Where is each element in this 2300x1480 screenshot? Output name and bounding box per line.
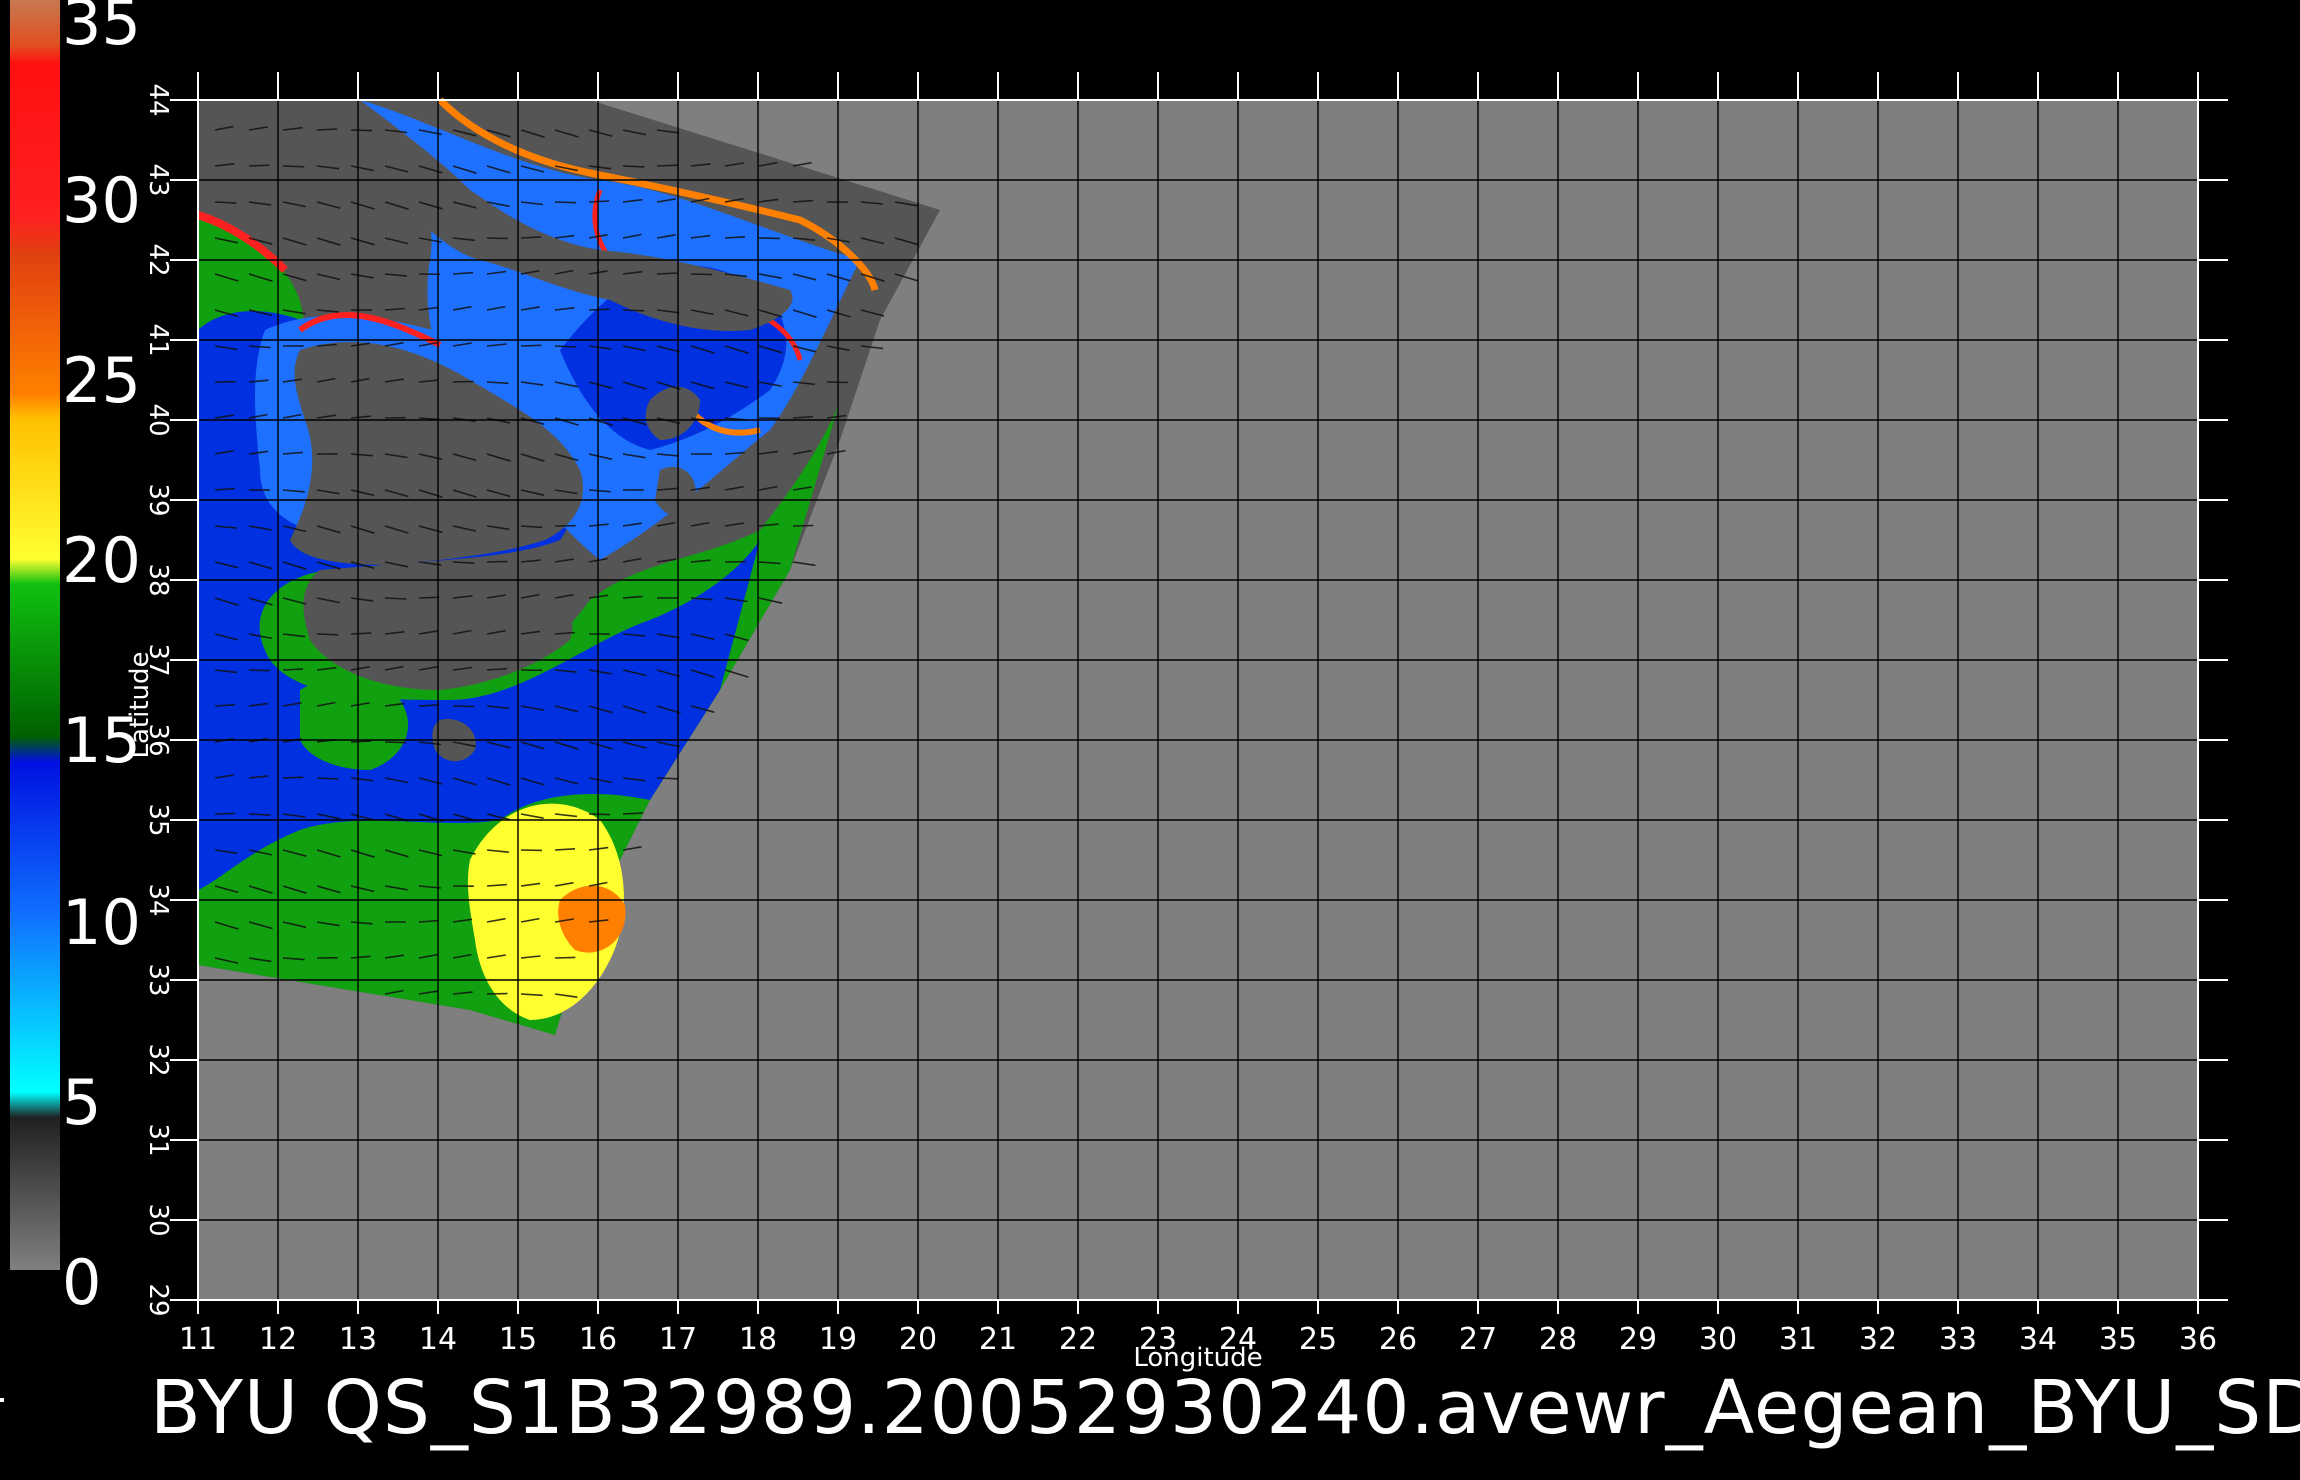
wind-barb (622, 165, 645, 168)
lon-tick-label: 21 (978, 1322, 1018, 1357)
wind-barb (350, 740, 372, 743)
lon-tick-label: 33 (1938, 1322, 1978, 1357)
wind-barb (350, 129, 373, 132)
wind-barb (554, 956, 576, 959)
wind-barb (622, 812, 644, 815)
wind-barb (282, 668, 304, 671)
lat-tick-label: 41 (143, 323, 173, 357)
lon-tick-label: 28 (1538, 1322, 1578, 1357)
product-filename: BYU QS_S1B32989.20052930240.avewr_Aegean… (150, 1365, 2300, 1451)
lat-tick-label: 34 (143, 883, 173, 917)
wind-barb (248, 164, 270, 167)
lon-tick-label: 36 (2178, 1322, 2218, 1357)
wind-barb (588, 813, 611, 816)
lon-tick-label: 18 (738, 1322, 778, 1357)
y-axis-label: Latitude (125, 651, 155, 759)
lon-tick-label: 14 (418, 1322, 458, 1357)
lon-tick-label: 29 (1618, 1322, 1658, 1357)
wind-barb (316, 128, 338, 131)
lat-tick-label: 30 (143, 1203, 173, 1237)
wind-barb (350, 632, 372, 635)
wind-map (170, 72, 2228, 1314)
wind-barb (554, 201, 577, 204)
wind-barb (486, 237, 509, 240)
wind-barb (452, 380, 474, 383)
lat-tick-label: 32 (143, 1043, 173, 1077)
lat-tick-label: 29 (143, 1283, 173, 1317)
wind-barb (690, 273, 713, 276)
lon-tick-label: 15 (498, 1322, 538, 1357)
wind-barb (282, 776, 304, 779)
lon-tick-label: 20 (898, 1322, 938, 1357)
wind-barb (588, 200, 610, 203)
lon-tick-label: 11 (178, 1322, 218, 1357)
lon-tick-label: 26 (1378, 1322, 1418, 1357)
wind-barb (214, 812, 236, 815)
lat-tick-label: 33 (143, 963, 173, 997)
wind-barb (316, 633, 339, 636)
lat-tick-label: 43 (143, 163, 173, 197)
wind-barb (248, 813, 271, 816)
wind-barb (248, 669, 271, 672)
lon-tick-label: 34 (2018, 1322, 2058, 1357)
lon-tick-label: 16 (578, 1322, 618, 1357)
wind-barb (418, 596, 440, 599)
wind-barb (316, 777, 339, 780)
wind-barb (214, 201, 237, 204)
wind-barb (554, 345, 577, 348)
wind-barb (656, 272, 678, 275)
lon-tick-label: 22 (1058, 1322, 1098, 1357)
lon-tick-label: 25 (1298, 1322, 1338, 1357)
wind-barb (282, 165, 305, 168)
wind-barb (418, 704, 440, 707)
wind-barb (384, 741, 407, 744)
lat-tick-label: 35 (143, 803, 173, 837)
lon-tick-label: 31 (1778, 1322, 1818, 1357)
wind-barb (486, 560, 508, 563)
edge-marker (0, 1398, 4, 1402)
wind-barb (656, 164, 678, 167)
wind-barb (384, 597, 407, 600)
lat-tick-label: 38 (143, 563, 173, 597)
wind-barb (520, 236, 542, 239)
lon-tick-label: 27 (1458, 1322, 1498, 1357)
lon-tick-label: 30 (1698, 1322, 1738, 1357)
lon-tick-label: 19 (818, 1322, 858, 1357)
lat-tick-label: 40 (143, 403, 173, 437)
lon-tick-label: 17 (658, 1322, 698, 1357)
wind-barb (452, 705, 475, 708)
lat-tick-label: 42 (143, 243, 173, 277)
lat-tick-label: 44 (143, 83, 173, 117)
wind-barb (520, 344, 542, 347)
lon-tick-label: 35 (2098, 1322, 2138, 1357)
lon-tick-label: 32 (1858, 1322, 1898, 1357)
wind-barb (588, 308, 610, 311)
wind-barb (622, 309, 645, 312)
wind-barb (792, 524, 814, 527)
lon-tick-label: 13 (338, 1322, 378, 1357)
lat-tick-label: 31 (143, 1123, 173, 1157)
lon-tick-label: 12 (258, 1322, 298, 1357)
wind-barb (656, 777, 679, 780)
lat-tick-label: 39 (143, 483, 173, 517)
